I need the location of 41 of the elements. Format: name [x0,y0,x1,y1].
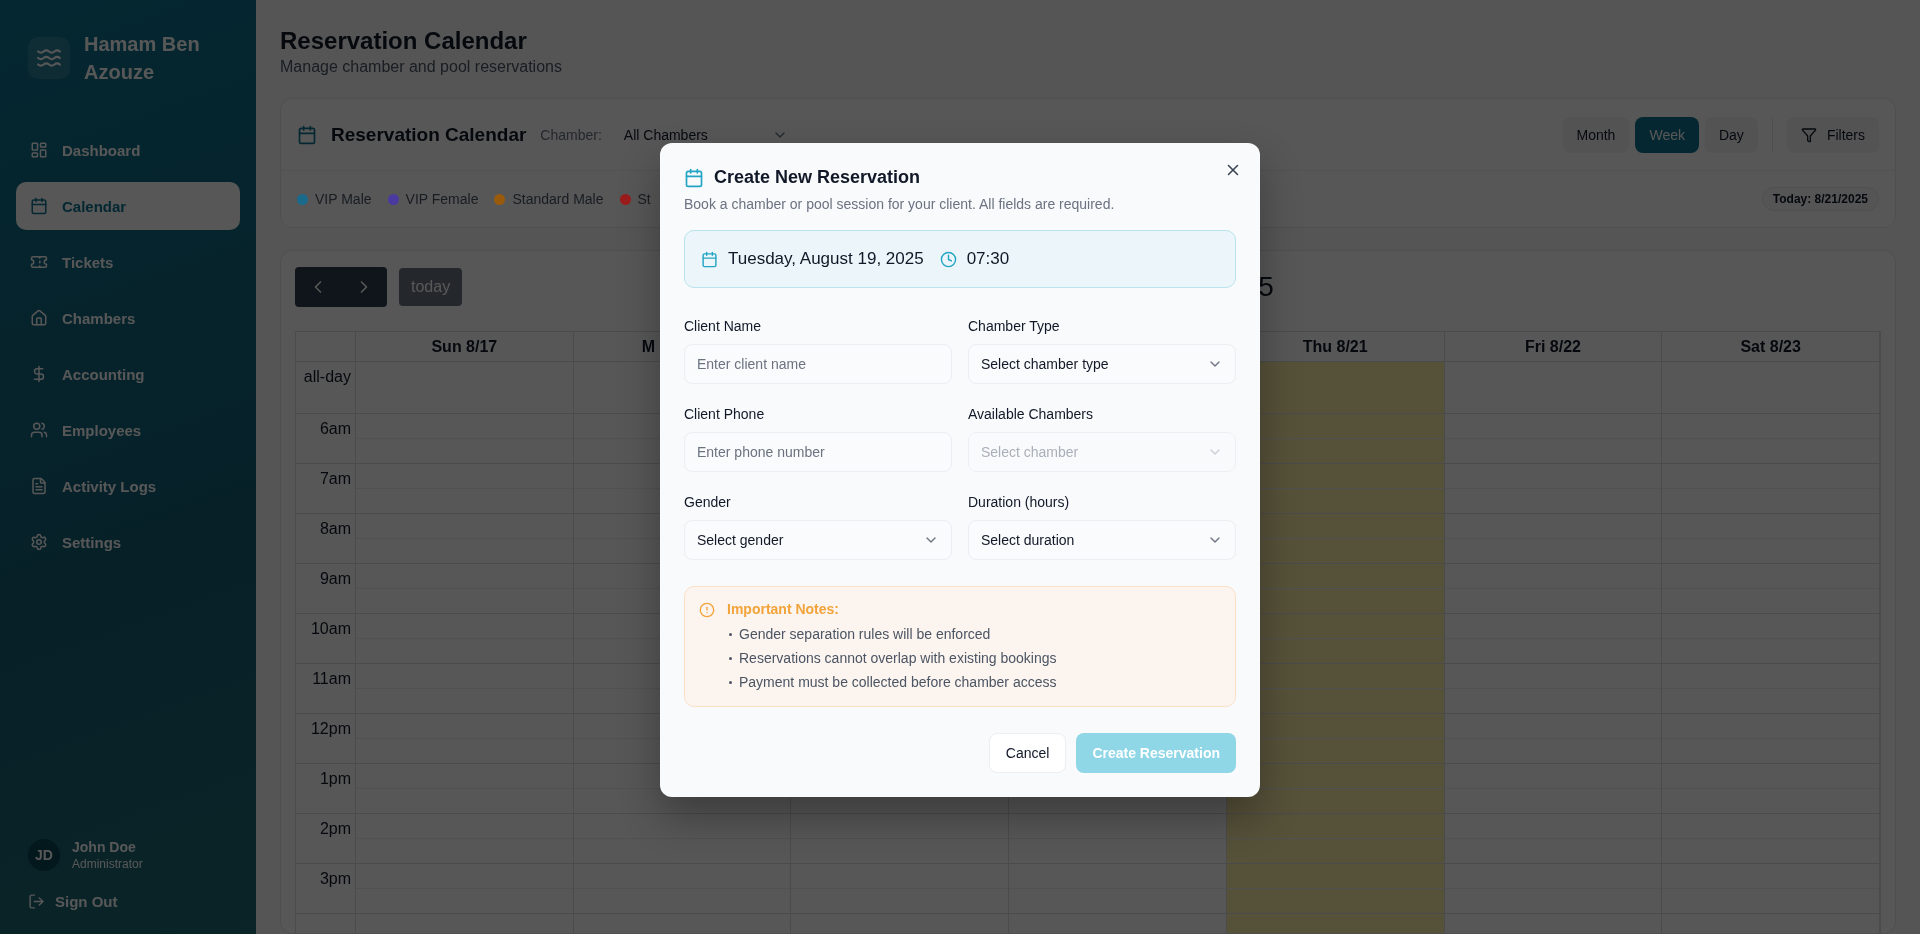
field-label: Client Name [684,318,763,334]
today-badge: Today: 8/21/2025 [1761,187,1879,211]
calendar-title: 5 [1258,271,1274,303]
dialog-description: Book a chamber or pool session for your client. All fields are required. [684,196,1116,212]
field-label: Client Phone [684,406,766,422]
notes-title: Important Notes: [727,601,840,618]
note-item: Payment must be collected before chamber access [727,674,1221,690]
time-label: 7am [296,464,356,514]
time-label: 9am [296,564,356,614]
brand-name: Hamam Ben Azouze [84,32,201,85]
page-title: Reservation Calendar [280,26,528,56]
user-role: Administrator [72,857,143,871]
legend-label: Standard Male [512,191,604,207]
time-label: 8am [296,514,356,564]
field-label: Chamber Type [968,318,1061,334]
page-subtitle: Manage chamber and pool reservations [280,58,563,76]
user-name: John Doe [72,839,137,855]
all-day-label: all-day [296,362,356,414]
note-item: Gender separation rules will be enforced [727,626,1221,642]
dialog-title: Create New Reservation [714,167,921,188]
field-label: Gender [684,494,732,510]
field-label: Available Chambers [968,406,1095,422]
day-header: Sun 8/17 [356,332,574,362]
time-label: 1pm [296,764,356,814]
time-label: 2pm [296,814,356,864]
time-text: 07:30 [966,249,1010,269]
time-label: 3pm [296,864,356,914]
user-avatar: JD [28,839,60,871]
day-header: Sat 8/23 [1662,332,1880,362]
legend-label: St [637,191,651,207]
time-label: 12pm [296,714,356,764]
day-header: Fri 8/22 [1444,332,1663,362]
time-label: 10am [296,614,356,664]
time-label: 11am [296,664,356,714]
toolbar-title: Reservation Calendar [331,123,527,146]
date-text: Tuesday, August 19, 2025 [728,249,924,269]
legend-label: VIP Male [315,191,372,207]
time-label: 6am [296,414,356,464]
legend-label: VIP Female [405,191,479,207]
note-item: Reservations cannot overlap with existing bookings [727,650,1221,666]
field-label: Duration (hours) [968,494,1071,510]
